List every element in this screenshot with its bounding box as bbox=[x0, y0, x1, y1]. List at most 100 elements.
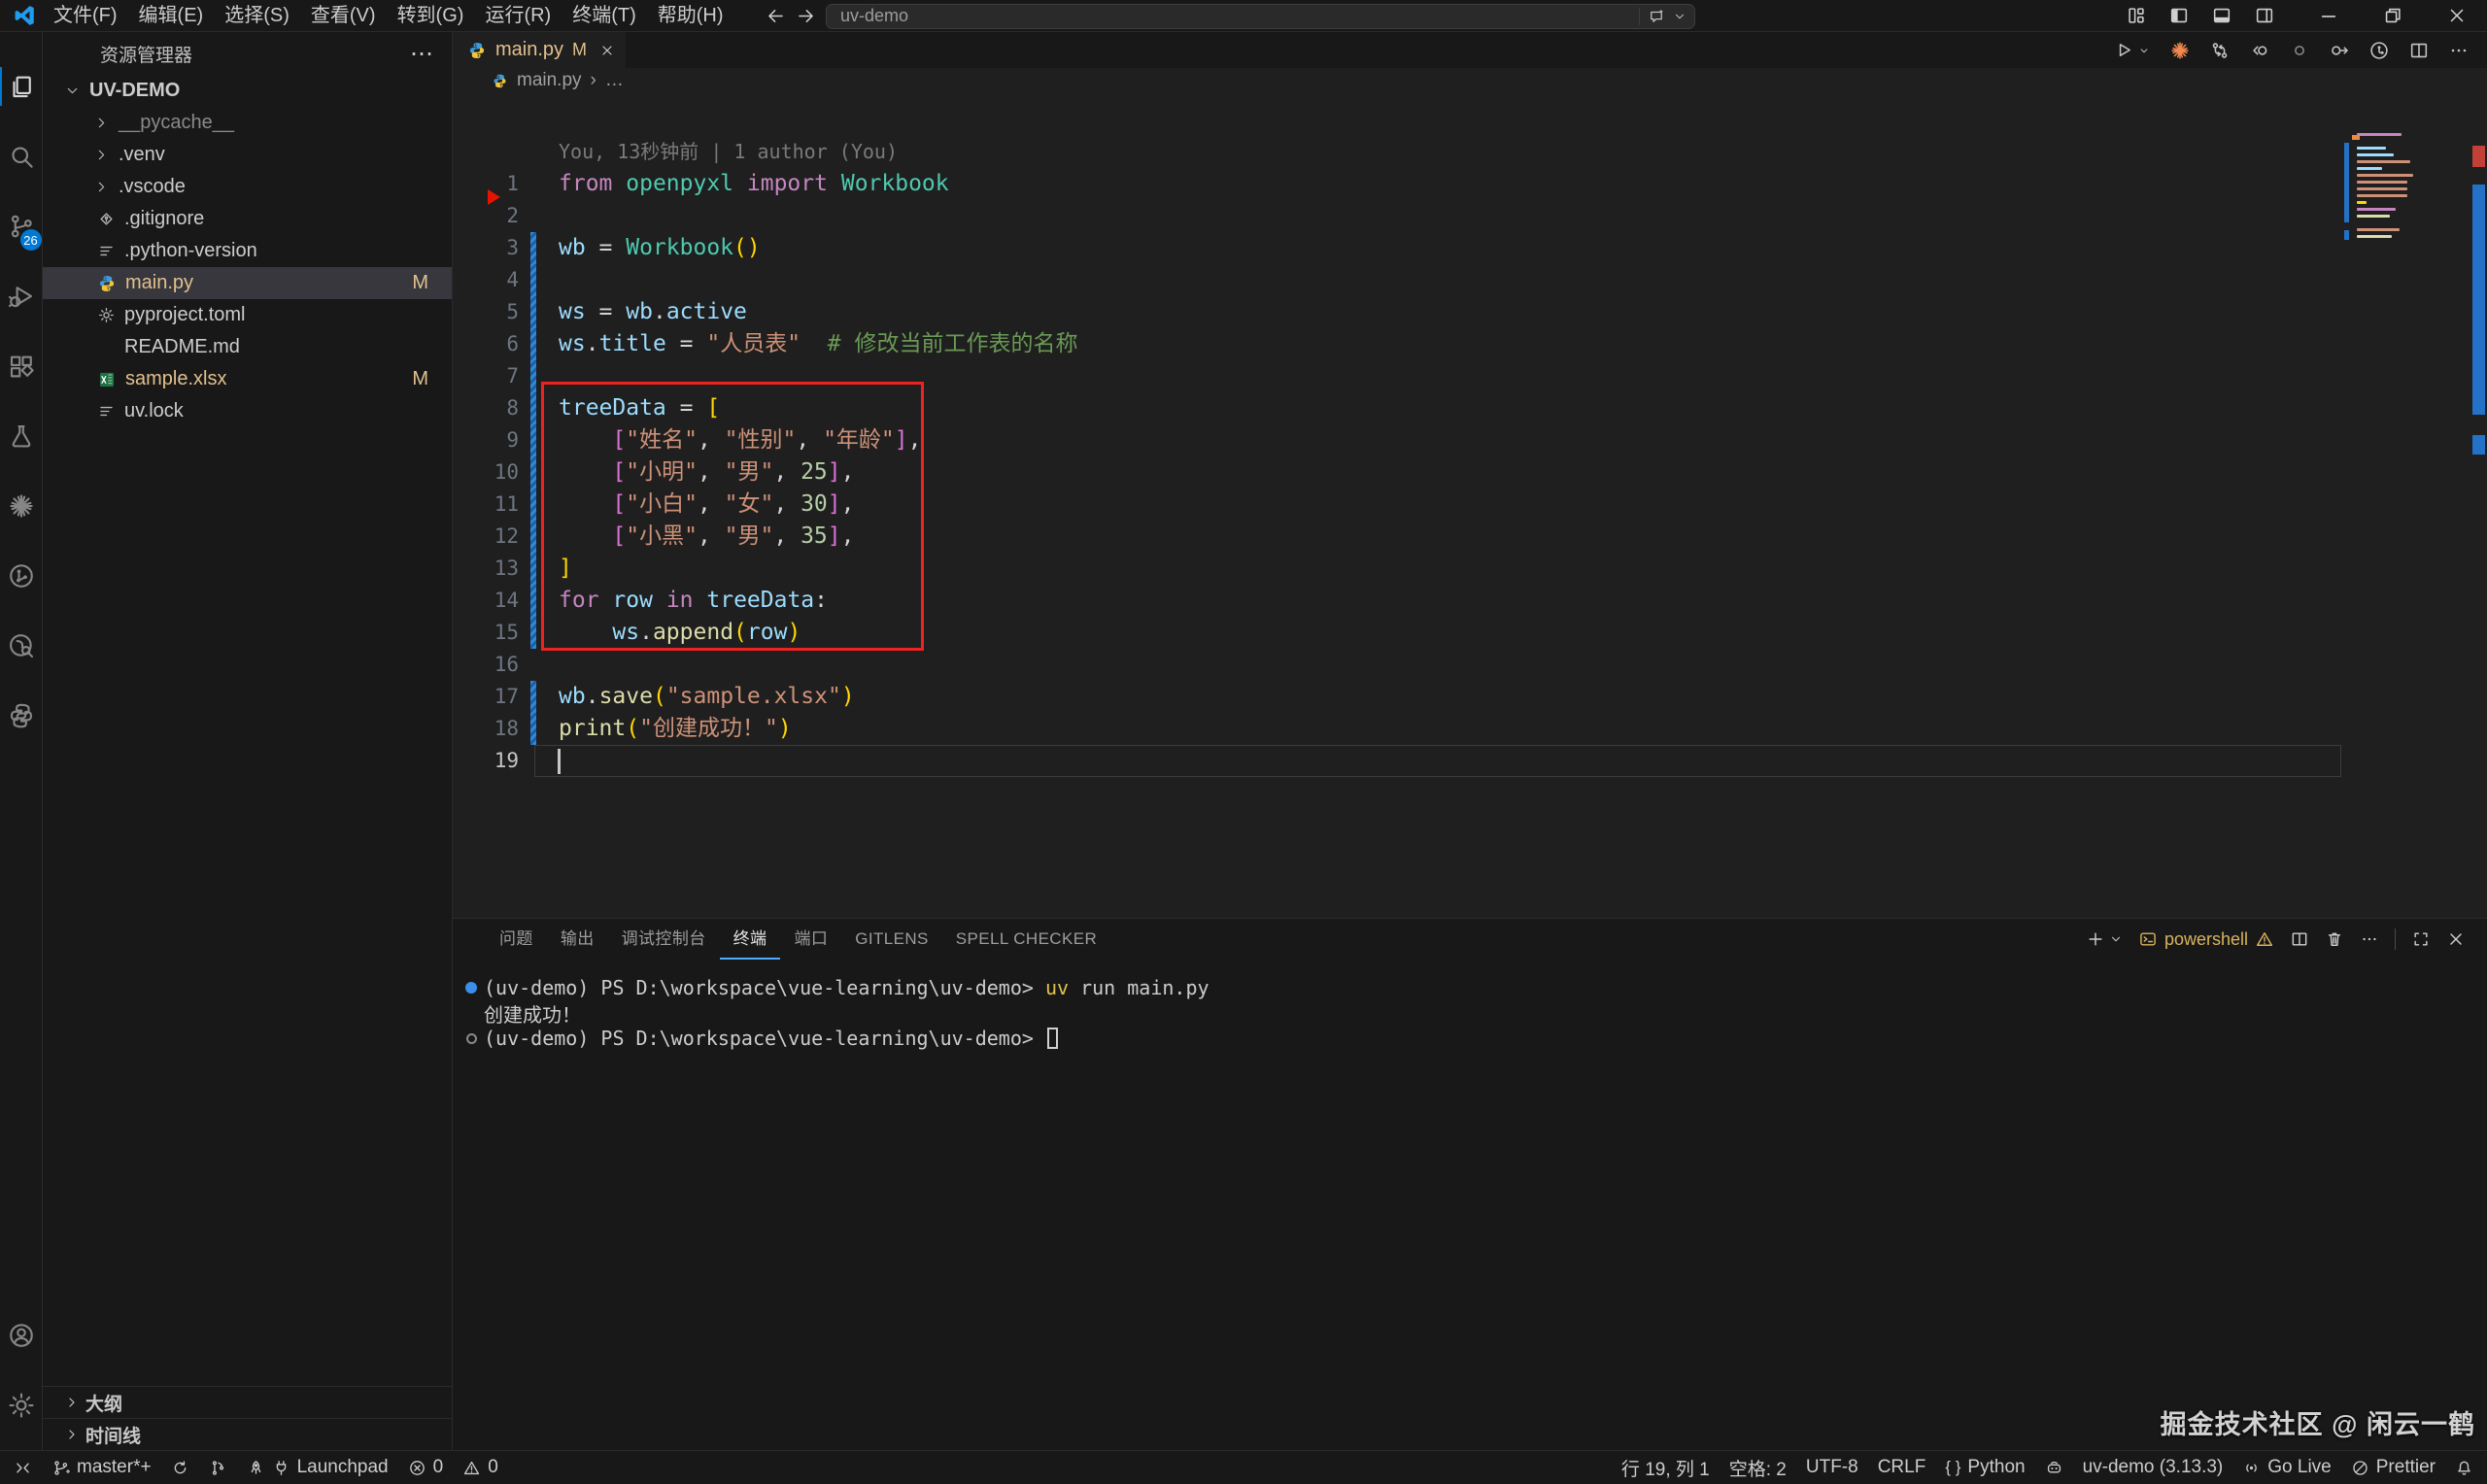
activity-python-icon[interactable] bbox=[0, 691, 43, 741]
back-circle-icon[interactable] bbox=[2249, 40, 2270, 61]
breadcrumb-file[interactable]: main.py bbox=[517, 70, 582, 91]
search-input[interactable]: uv-demo bbox=[826, 4, 1695, 29]
code-line-1[interactable]: 1from openpyxl import Workbook bbox=[453, 168, 2487, 200]
run-icon[interactable] bbox=[2114, 40, 2134, 60]
panel-tab-端口[interactable]: 端口 bbox=[780, 919, 841, 960]
panel-tab-GITLENS[interactable]: GITLENS bbox=[841, 919, 942, 960]
menu-item-5[interactable]: 运行(R) bbox=[474, 0, 562, 32]
code-line-5[interactable]: 5ws = wb.active bbox=[453, 296, 2487, 328]
code-line-4[interactable]: 4 bbox=[453, 264, 2487, 296]
minimap[interactable] bbox=[2344, 129, 2434, 257]
tree-item--venv[interactable]: .venv bbox=[43, 139, 452, 171]
activity-run-debug-icon[interactable] bbox=[0, 271, 43, 321]
panel-tab-终端[interactable]: 终端 bbox=[720, 919, 781, 960]
copilot-chat-icon[interactable] bbox=[1648, 8, 1665, 25]
section-0[interactable]: 大纲 bbox=[43, 1386, 452, 1418]
status-right-9[interactable] bbox=[2445, 1451, 2487, 1484]
split-editor-icon[interactable] bbox=[2408, 40, 2430, 61]
close-panel-icon[interactable] bbox=[2446, 929, 2466, 949]
status-right-4[interactable]: { }Python bbox=[1935, 1451, 2034, 1484]
customize-layout-icon[interactable] bbox=[2126, 5, 2147, 26]
new-terminal-icon[interactable] bbox=[2086, 929, 2105, 949]
terminal[interactable]: (uv-demo) PS D:\workspace\vue-learning\u… bbox=[453, 960, 2487, 1051]
code-line-18[interactable]: 18print("创建成功！") bbox=[453, 713, 2487, 745]
panel-tab-SPELL CHECKER[interactable]: SPELL CHECKER bbox=[942, 919, 1110, 960]
breadcrumb[interactable]: main.py › … bbox=[453, 68, 2487, 93]
forward-icon[interactable] bbox=[796, 6, 816, 26]
activity-search-icon[interactable] bbox=[0, 131, 43, 182]
tree-item-main-py[interactable]: main.pyM bbox=[43, 267, 452, 299]
terminal-decoration[interactable] bbox=[459, 1033, 484, 1044]
compare-changes-icon[interactable] bbox=[2209, 40, 2231, 61]
tree-item---pycache--[interactable]: __pycache__ bbox=[43, 107, 452, 139]
panel-tab-调试控制台[interactable]: 调试控制台 bbox=[608, 919, 720, 960]
overview-ruler[interactable] bbox=[2472, 93, 2485, 918]
status-right-0[interactable]: 行 19, 列 1 bbox=[1612, 1451, 1720, 1484]
status-right-8[interactable]: Prettier bbox=[2341, 1451, 2445, 1484]
new-terminal-group[interactable] bbox=[2086, 929, 2123, 949]
activity-account-icon[interactable] bbox=[0, 1310, 43, 1361]
code-line-17[interactable]: 17wb.save("sample.xlsx") bbox=[453, 681, 2487, 713]
more-actions-icon[interactable] bbox=[2448, 40, 2470, 61]
tree-item-uv-lock[interactable]: uv.lock bbox=[43, 395, 452, 427]
status-right-6[interactable]: uv-demo (3.13.3) bbox=[2073, 1451, 2233, 1484]
chevron-down-icon[interactable] bbox=[1673, 10, 1686, 23]
menu-item-1[interactable]: 编辑(E) bbox=[128, 0, 215, 32]
menu-item-7[interactable]: 帮助(H) bbox=[647, 0, 734, 32]
terminal-dropdown-icon[interactable] bbox=[2109, 932, 2123, 946]
menu-item-6[interactable]: 终端(T) bbox=[562, 0, 647, 32]
activity-gitlens-search-icon[interactable] bbox=[0, 621, 43, 671]
status-left-5[interactable]: 0 bbox=[398, 1451, 454, 1484]
status-left-3[interactable] bbox=[199, 1451, 237, 1484]
status-left-1[interactable]: master*+ bbox=[42, 1451, 161, 1484]
terminal-shell-item[interactable]: powershell bbox=[2138, 929, 2274, 950]
forward-circle-icon[interactable] bbox=[2329, 40, 2350, 61]
commit-graph-icon[interactable] bbox=[2368, 40, 2390, 61]
panel-tab-输出[interactable]: 输出 bbox=[547, 919, 608, 960]
tree-item--gitignore[interactable]: .gitignore bbox=[43, 203, 452, 235]
code-editor[interactable]: You, 13秒钟前 | 1 author (You) 1from openpy… bbox=[453, 93, 2487, 918]
back-icon[interactable] bbox=[766, 6, 786, 26]
more-actions-icon[interactable] bbox=[2360, 929, 2379, 949]
run-button-group[interactable] bbox=[2114, 40, 2151, 60]
kill-terminal-icon[interactable] bbox=[2325, 929, 2344, 949]
toggle-sidebar-icon[interactable] bbox=[2168, 5, 2190, 26]
status-left-4[interactable]: Launchpad bbox=[237, 1451, 398, 1484]
menu-item-4[interactable]: 转到(G) bbox=[387, 0, 475, 32]
tab-main-py[interactable]: main.py M bbox=[453, 32, 626, 68]
tree-item--python-version[interactable]: .python-version bbox=[43, 235, 452, 267]
menu-item-2[interactable]: 选择(S) bbox=[214, 0, 300, 32]
toggle-secondary-sidebar-icon[interactable] bbox=[2254, 5, 2275, 26]
section-1[interactable]: 时间线 bbox=[43, 1418, 452, 1450]
run-dropdown-icon[interactable] bbox=[2137, 44, 2151, 57]
gitlens-burst-icon[interactable] bbox=[2169, 40, 2191, 61]
menu-item-3[interactable]: 查看(V) bbox=[300, 0, 387, 32]
code-line-16[interactable]: 16 bbox=[453, 649, 2487, 681]
status-right-1[interactable]: 空格: 2 bbox=[1720, 1451, 1796, 1484]
restore-icon[interactable] bbox=[2382, 5, 2403, 26]
activity-source-control-icon[interactable]: 26 bbox=[0, 201, 43, 252]
split-terminal-icon[interactable] bbox=[2290, 929, 2309, 949]
activity-gitlens-icon[interactable] bbox=[0, 551, 43, 601]
activity-settings-gear-icon[interactable] bbox=[0, 1380, 43, 1431]
tree-root[interactable]: UV-DEMO bbox=[43, 75, 452, 107]
maximize-panel-icon[interactable] bbox=[2411, 929, 2431, 949]
status-left-6[interactable]: 0 bbox=[453, 1451, 508, 1484]
status-right-3[interactable]: CRLF bbox=[1868, 1451, 1936, 1484]
circle-icon[interactable] bbox=[2289, 40, 2310, 61]
status-right-7[interactable]: Go Live bbox=[2232, 1451, 2340, 1484]
toggle-panel-icon[interactable] bbox=[2211, 5, 2232, 26]
tree-item-sample-xlsx[interactable]: sample.xlsxM bbox=[43, 363, 452, 395]
tree-item-README-md[interactable]: README.md bbox=[43, 331, 452, 363]
code-line-2[interactable]: 2 bbox=[453, 200, 2487, 232]
status-left-0[interactable] bbox=[0, 1451, 42, 1484]
panel-tab-问题[interactable]: 问题 bbox=[486, 919, 547, 960]
breadcrumb-more[interactable]: … bbox=[605, 70, 624, 91]
status-right-2[interactable]: UTF-8 bbox=[1796, 1451, 1868, 1484]
tree-item-pyproject-toml[interactable]: pyproject.toml bbox=[43, 299, 452, 331]
menu-item-0[interactable]: 文件(F) bbox=[43, 0, 128, 32]
tree-item--vscode[interactable]: .vscode bbox=[43, 171, 452, 203]
activity-gitlens-burst-icon[interactable] bbox=[0, 481, 43, 531]
code-line-6[interactable]: 6ws.title = "人员表" # 修改当前工作表的名称 bbox=[453, 328, 2487, 360]
status-left-2[interactable] bbox=[161, 1451, 199, 1484]
